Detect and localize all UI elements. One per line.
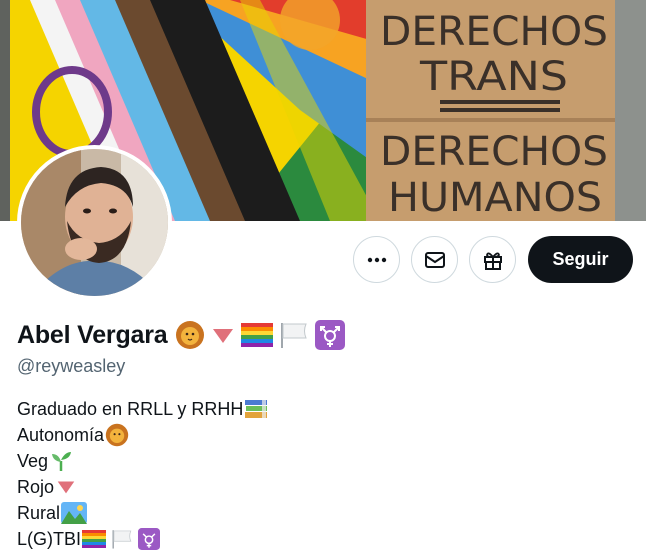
sign-line-3: DERECHOS bbox=[380, 129, 608, 175]
sign-line-1: DERECHOS bbox=[380, 9, 608, 55]
bio-text: L(G)TBI bbox=[17, 529, 82, 549]
bio-line: Rural bbox=[17, 500, 268, 526]
seedling-icon bbox=[52, 452, 72, 471]
user-handle: @reyweasley bbox=[17, 356, 126, 376]
name-emojis bbox=[175, 320, 346, 350]
bio: Graduado en RRLL y RRHH Autonomía Veg Ro… bbox=[17, 396, 268, 552]
more-horizontal-icon bbox=[367, 257, 386, 262]
gift-icon bbox=[483, 252, 502, 270]
envelope-icon bbox=[424, 251, 445, 268]
transgender-symbol-icon bbox=[315, 320, 346, 350]
white-flag-icon bbox=[281, 323, 308, 348]
more-options-button[interactable] bbox=[353, 236, 400, 283]
bio-line: Autonomía bbox=[17, 422, 268, 448]
bio-line: Veg bbox=[17, 448, 268, 474]
white-flag-icon bbox=[112, 530, 132, 549]
lion-face-icon bbox=[105, 423, 129, 447]
bio-line: Rojo bbox=[17, 474, 268, 500]
bio-text: Autonomía bbox=[17, 425, 105, 445]
gift-button[interactable] bbox=[469, 236, 516, 283]
message-button[interactable] bbox=[411, 236, 458, 283]
lion-face-icon bbox=[176, 321, 205, 349]
sign-line-4: HUMANOS bbox=[388, 175, 602, 221]
sign-line-2: TRANS bbox=[419, 54, 568, 100]
red-triangle-down-icon bbox=[213, 329, 234, 343]
rainbow-flag-icon bbox=[82, 530, 107, 548]
bio-text: Rojo bbox=[17, 477, 55, 497]
display-name: Abel Vergara bbox=[17, 320, 168, 349]
avatar[interactable] bbox=[17, 145, 172, 300]
bio-line: L(G)TBI bbox=[17, 526, 268, 552]
rainbow-flag-icon bbox=[241, 323, 274, 347]
red-triangle-down-icon bbox=[57, 481, 75, 494]
bio-text: Rural bbox=[17, 503, 61, 523]
bio-text: Veg bbox=[17, 451, 49, 471]
transgender-symbol-icon bbox=[138, 528, 161, 550]
follow-button[interactable]: Seguir bbox=[528, 236, 633, 283]
landscape-icon bbox=[61, 502, 88, 524]
bio-line: Graduado en RRLL y RRHH bbox=[17, 396, 268, 422]
name-row: Abel Vergara bbox=[17, 318, 346, 352]
bio-text: Graduado en RRLL y RRHH bbox=[17, 399, 244, 419]
books-icon bbox=[245, 400, 268, 418]
